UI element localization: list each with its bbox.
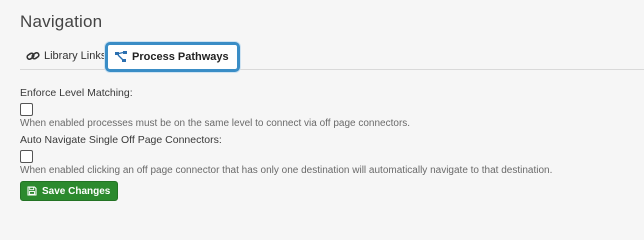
setting-label: Auto Navigate Single Off Page Connectors…	[20, 134, 222, 146]
page-title: Navigation	[20, 12, 103, 31]
setting-label: Enforce Level Matching:	[20, 87, 133, 99]
tab-library-links[interactable]: Library Links	[26, 43, 106, 69]
setting-enforce-level-matching: Enforce Level Matching: When enabled pro…	[20, 87, 410, 129]
tab-bar: Library Links Process Pathways	[20, 42, 644, 72]
save-icon	[27, 186, 37, 196]
save-changes-button[interactable]: Save Changes	[20, 181, 119, 201]
setting-auto-navigate: Auto Navigate Single Off Page Connectors…	[20, 134, 552, 176]
setting-help-text: When enabled clicking an off page connec…	[20, 165, 553, 176]
tab-label: Process Pathways	[132, 51, 229, 63]
auto-navigate-checkbox[interactable]	[20, 150, 33, 163]
tab-process-pathways[interactable]: Process Pathways	[105, 42, 240, 72]
tab-label: Library Links	[44, 50, 107, 62]
enforce-level-matching-checkbox[interactable]	[20, 103, 33, 116]
save-button-label: Save Changes	[42, 185, 111, 197]
setting-help-text: When enabled processes must be on the sa…	[20, 118, 411, 129]
process-flow-icon	[114, 50, 128, 64]
link-icon	[26, 49, 40, 63]
